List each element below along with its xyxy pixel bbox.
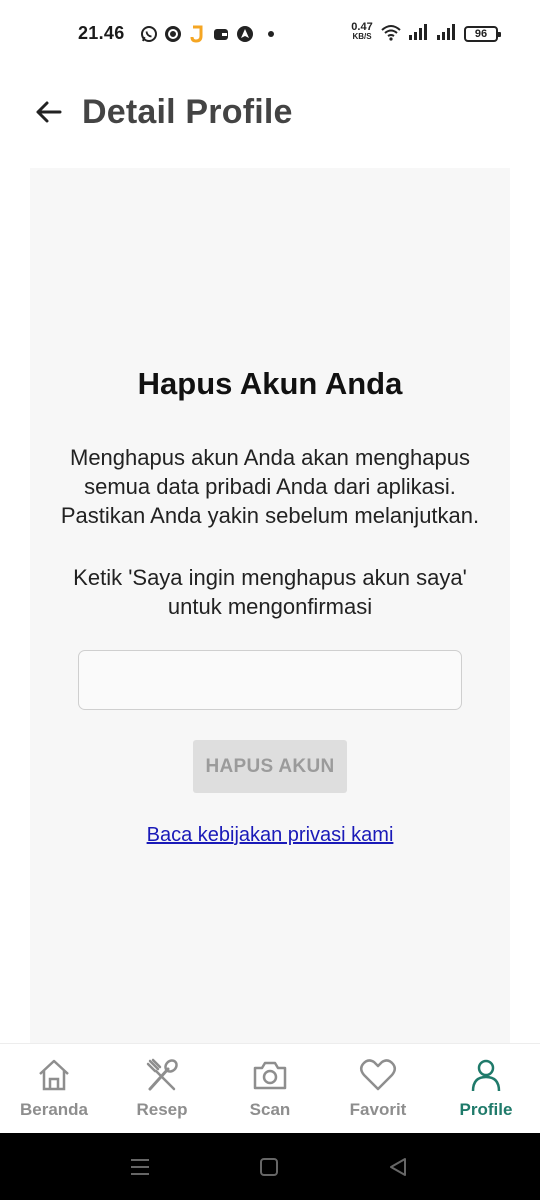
triangle-back-icon bbox=[390, 1158, 406, 1176]
delete-account-button[interactable]: HAPUS AKUN bbox=[193, 740, 347, 793]
bottom-navigation: Beranda Resep Scan Favorit Profile bbox=[0, 1043, 540, 1133]
nav-item-scan[interactable]: Scan bbox=[216, 1044, 324, 1134]
signal-icon bbox=[408, 23, 430, 46]
app-icon bbox=[164, 25, 182, 43]
nav-label: Favorit bbox=[349, 1100, 407, 1119]
confirm-text-input[interactable] bbox=[78, 650, 462, 710]
nav-label: Scan bbox=[249, 1100, 291, 1119]
confirm-instruction: Ketik 'Saya ingin menghapus akun saya' u… bbox=[73, 565, 467, 619]
nav-item-resep[interactable]: Resep bbox=[108, 1044, 216, 1134]
signal-icon bbox=[436, 23, 458, 46]
system-navigation-bar bbox=[0, 1133, 540, 1200]
fork-knife-icon bbox=[142, 1056, 182, 1094]
wifi-icon bbox=[380, 23, 402, 46]
whatsapp-icon bbox=[140, 25, 158, 43]
recent-apps-button[interactable] bbox=[125, 1153, 155, 1181]
navigation-icon bbox=[236, 25, 254, 43]
back-nav-button[interactable] bbox=[383, 1153, 413, 1181]
system-icons: 96 bbox=[380, 23, 501, 46]
nav-item-profile[interactable]: Profile bbox=[432, 1044, 540, 1134]
wallet-icon bbox=[212, 25, 230, 43]
back-button[interactable] bbox=[30, 94, 66, 130]
arrow-left-icon bbox=[36, 101, 62, 123]
nav-label: Beranda bbox=[19, 1100, 89, 1119]
app-header: Detail Profile bbox=[0, 80, 540, 146]
delete-account-card: Hapus Akun Anda Menghapus akun Anda akan… bbox=[30, 168, 510, 1044]
user-icon bbox=[466, 1056, 506, 1094]
menu-icon bbox=[131, 1159, 149, 1175]
heart-icon bbox=[358, 1056, 398, 1094]
battery-icon: 96 bbox=[464, 26, 501, 42]
j-app-icon bbox=[188, 25, 206, 43]
nav-label: Resep bbox=[136, 1100, 188, 1119]
notification-icons bbox=[140, 24, 274, 44]
camera-icon bbox=[250, 1056, 290, 1094]
home-button[interactable] bbox=[254, 1153, 284, 1181]
more-notifications-dot bbox=[268, 31, 274, 37]
delete-account-description: Menghapus akun Anda akan menghapus semua… bbox=[60, 445, 480, 528]
status-time: 21.46 bbox=[78, 23, 125, 43]
square-icon bbox=[260, 1158, 278, 1176]
privacy-policy-link[interactable]: Baca kebijakan privasi kami bbox=[30, 824, 510, 847]
delete-account-title: Hapus Akun Anda bbox=[137, 366, 403, 401]
nav-label: Profile bbox=[459, 1100, 513, 1119]
status-bar: 21.46 0.47 KB/S 96 bbox=[0, 0, 540, 68]
home-icon bbox=[34, 1056, 74, 1094]
nav-item-beranda[interactable]: Beranda bbox=[0, 1044, 108, 1134]
network-speed: 0.47 KB/S bbox=[351, 21, 373, 42]
page-title: Detail Profile bbox=[82, 93, 293, 131]
nav-item-favorit[interactable]: Favorit bbox=[324, 1044, 432, 1134]
